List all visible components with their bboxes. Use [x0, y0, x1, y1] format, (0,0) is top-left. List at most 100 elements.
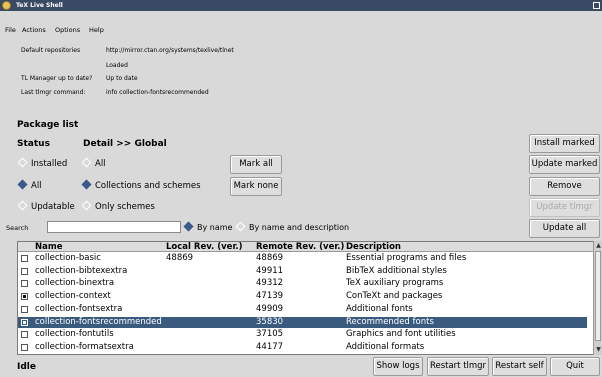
update-marked-button[interactable]: Update marked	[529, 155, 600, 174]
scroll-thumb[interactable]	[595, 251, 601, 341]
repositories-label: Default repositories	[21, 47, 81, 54]
status-radio-all[interactable]: All	[17, 179, 42, 191]
table-row[interactable]: collection-basic 48869 48869 Essential prog…	[18, 253, 587, 264]
search-label: Search	[6, 224, 29, 232]
cell-name: collection-formatsextra	[35, 341, 134, 352]
cell-remote: 47139	[256, 291, 284, 302]
cell-remote: 49909	[256, 303, 284, 314]
menu-bar: File Actions Options Help	[0, 11, 602, 38]
last-command-value: info collection-fontsrecommended	[106, 89, 209, 96]
cell-desc: TeX auxiliary programs	[346, 278, 444, 289]
cell-remote: 49312	[256, 278, 284, 289]
radio-selected-icon	[81, 179, 92, 190]
table-row[interactable]: collection-binextra 49312 TeX auxiliary pr…	[18, 278, 587, 289]
cell-remote: 35830	[256, 316, 284, 327]
row-checkbox[interactable]	[21, 255, 28, 262]
row-checkbox[interactable]	[21, 293, 28, 301]
row-checkbox[interactable]	[21, 318, 28, 326]
table-row[interactable]: collection-context 47139 ConTeXt and packa…	[18, 291, 587, 302]
mark-none-button[interactable]: Mark none	[230, 177, 282, 196]
row-checkbox[interactable]	[21, 267, 28, 275]
row-checkbox[interactable]	[21, 280, 28, 288]
status-header: Status	[17, 139, 50, 149]
restart-tlmgr-button[interactable]: Restart tlmgr	[427, 357, 489, 376]
cell-desc: ConTeXt and packages	[346, 291, 443, 302]
detail-radio-schemes[interactable]: Only schemes	[81, 200, 155, 212]
quit-button[interactable]: Quit	[550, 357, 600, 376]
tex-live-logo-icon	[2, 1, 11, 10]
title-bar: TeX Live Shell	[0, 0, 602, 11]
table-header: Name Local Rev. (ver.) Remote Rev. (ver.…	[18, 242, 593, 252]
detail-radio-collections[interactable]: Collections and schemes	[81, 179, 201, 191]
table-row[interactable]: collection-formatsextra 44177 Additional f…	[18, 342, 587, 353]
last-command-label: Last tlmgr command:	[21, 89, 86, 96]
cell-name: collection-binextra	[35, 278, 115, 289]
radio-icon	[17, 200, 28, 211]
radio-icon	[235, 221, 246, 232]
cell-name: collection-basic	[35, 253, 101, 263]
search-input[interactable]	[47, 221, 181, 233]
repository-status: Loaded	[106, 62, 128, 69]
cell-remote: 48869	[256, 253, 284, 263]
row-checkbox[interactable]	[21, 331, 28, 339]
cell-desc: Additional formats	[346, 341, 425, 352]
update-tlmgr-button: Update tlmgr	[529, 198, 600, 217]
remove-marked-button[interactable]: Remove marked	[529, 177, 600, 208]
install-marked-button[interactable]: Install marked	[529, 134, 600, 153]
detail-radio-all[interactable]: All	[81, 157, 106, 169]
radio-selected-icon	[17, 179, 28, 190]
status-radio-updatable[interactable]: Updatable	[17, 200, 75, 212]
menu-file[interactable]: File	[5, 26, 16, 34]
cell-remote: 37105	[256, 329, 284, 340]
window-title: TeX Live Shell	[16, 2, 63, 9]
detail-header: Detail >> Global	[83, 139, 167, 149]
cell-name: collection-fontutils	[35, 329, 114, 340]
column-header-local-rev[interactable]: Local Rev. (ver.)	[166, 242, 243, 252]
menu-options[interactable]: Options	[55, 26, 80, 34]
table-row[interactable]: collection-fontsextra 49909 Additional fon…	[18, 304, 587, 315]
mark-all-button[interactable]: Mark all	[230, 155, 282, 174]
table-row[interactable]: collection-fontsrecommended 35830 Recommen…	[18, 316, 587, 328]
cell-name: collection-context	[35, 291, 111, 302]
package-table: Name Local Rev. (ver.) Remote Rev. (ver.…	[17, 241, 594, 355]
search-by-name-radio[interactable]: By name	[183, 221, 232, 232]
package-list-title: Package list	[17, 120, 79, 130]
row-checkbox[interactable]	[21, 305, 28, 313]
cell-local: 48869	[166, 253, 194, 263]
row-checkbox[interactable]	[21, 343, 28, 351]
cell-desc: Essential programs and files	[346, 253, 467, 263]
search-by-name-desc-radio[interactable]: By name and description	[235, 221, 349, 232]
status-text: Idle	[17, 362, 36, 372]
column-header-description[interactable]: Description	[346, 242, 401, 252]
tlmgr-uptodate-label: TL Manager up to date?	[21, 75, 93, 82]
table-row[interactable]: collection-bibtexextra 49911 BibTeX additi…	[18, 266, 587, 277]
radio-icon	[81, 200, 92, 211]
column-header-remote-rev[interactable]: Remote Rev. (ver.)	[256, 242, 344, 252]
column-header-name[interactable]: Name	[35, 242, 62, 252]
repositories-value: http://mirror.ctan.org/systems/texlive/t…	[106, 47, 234, 54]
window-maximize-icon[interactable]	[593, 2, 600, 9]
radio-icon	[81, 157, 92, 168]
cell-desc: Additional fonts	[346, 303, 413, 314]
update-all-button[interactable]: Update all	[529, 219, 600, 238]
status-radio-installed[interactable]: Installed	[17, 157, 67, 169]
restart-self-button[interactable]: Restart self	[492, 357, 547, 376]
cell-name: collection-bibtexextra	[35, 265, 128, 276]
cell-desc: Graphics and font utilities	[346, 329, 456, 340]
table-row[interactable]: collection-fontutils 37105 Graphics and fo…	[18, 329, 587, 340]
tlmgr-uptodate-value: Up to date	[106, 75, 138, 82]
cell-desc: BibTeX additional styles	[346, 265, 447, 276]
radio-icon	[17, 157, 28, 168]
menu-actions[interactable]: Actions	[22, 26, 46, 34]
cell-name: collection-fontsrecommended	[35, 316, 162, 327]
show-logs-button[interactable]: Show logs	[373, 357, 423, 376]
cell-remote: 49911	[256, 265, 284, 276]
table-scrollbar[interactable]: ▲ ▼	[593, 241, 602, 355]
cell-desc: Recommended fonts	[346, 316, 434, 327]
radio-selected-icon	[183, 221, 194, 232]
menu-help[interactable]: Help	[89, 26, 104, 34]
cell-remote: 44177	[256, 341, 284, 352]
scroll-up-arrow-icon[interactable]: ▲	[595, 242, 602, 249]
cell-name: collection-fontsextra	[35, 303, 123, 314]
scroll-down-arrow-icon[interactable]: ▼	[595, 346, 602, 353]
